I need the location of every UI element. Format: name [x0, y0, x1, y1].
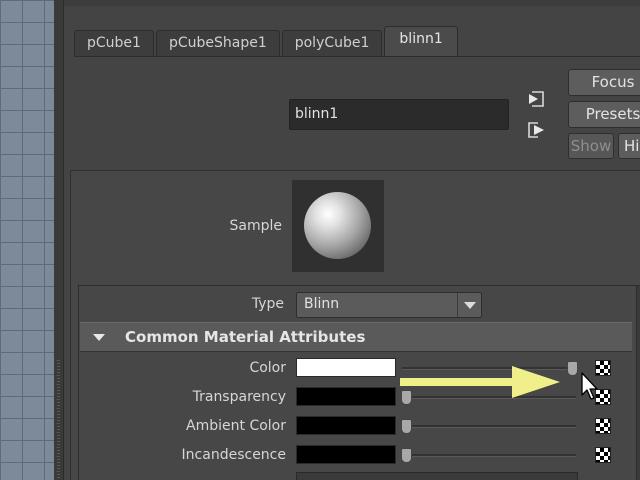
section-common-material-attributes[interactable]: Common Material Attributes: [80, 322, 632, 352]
viewport-grid[interactable]: [0, 0, 54, 480]
node-tabs: pCube1 pCubeShape1 polyCube1 blinn1: [74, 26, 460, 56]
type-label: Type: [251, 296, 284, 312]
attribute-editor: pCube1 pCubeShape1 polyCube1 blinn1 blin…: [64, 0, 640, 480]
focus-button[interactable]: Focus: [568, 69, 640, 96]
color-slider-handle[interactable]: [567, 361, 578, 376]
ambient-color-slider-track[interactable]: [402, 425, 576, 428]
mouse-cursor-icon: [581, 372, 598, 400]
expand-triangle-icon[interactable]: [93, 334, 105, 341]
tab-pcube1[interactable]: pCube1: [74, 30, 154, 56]
output-connection-icon[interactable]: [526, 120, 546, 140]
show-button[interactable]: Show: [568, 133, 614, 159]
ambient-color-swatch[interactable]: [296, 416, 396, 435]
dropdown-arrow-icon[interactable]: [457, 293, 481, 317]
node-name-input[interactable]: blinn1: [289, 99, 509, 130]
sample-label: Sample: [229, 218, 283, 234]
sample-sphere: [304, 192, 371, 259]
map-texture-icon[interactable]: [595, 447, 611, 463]
type-dropdown[interactable]: Blinn: [296, 292, 482, 318]
transparency-swatch[interactable]: [296, 387, 396, 406]
section-title: Common Material Attributes: [125, 328, 366, 346]
type-value: Blinn: [304, 296, 340, 312]
input-connection-icon[interactable]: [526, 89, 546, 109]
tab-pcubeshape1[interactable]: pCubeShape1: [155, 30, 280, 56]
ambient-color-label: Ambient Color: [186, 418, 286, 434]
incandescence-label: Incandescence: [181, 447, 286, 463]
presets-button[interactable]: Presets: [568, 101, 640, 128]
incandescence-swatch[interactable]: [296, 445, 396, 464]
hide-button[interactable]: Hi: [618, 133, 640, 159]
incandescence-slider-track[interactable]: [402, 454, 576, 457]
map-texture-icon[interactable]: [595, 418, 611, 434]
tab-blinn1[interactable]: blinn1: [384, 26, 458, 56]
transparency-label: Transparency: [192, 389, 286, 405]
incandescence-slider-handle[interactable]: [401, 448, 412, 463]
guide-arrow-icon: [400, 366, 560, 398]
material-sample-swatch[interactable]: [292, 180, 384, 272]
ambient-color-slider-handle[interactable]: [401, 419, 412, 434]
color-swatch[interactable]: [296, 358, 396, 377]
scrollbar[interactable]: [636, 286, 640, 480]
editor-top-strip: [64, 0, 640, 6]
next-attribute-field[interactable]: [296, 472, 578, 480]
panel-splitter[interactable]: [54, 0, 64, 480]
color-label: Color: [249, 360, 286, 376]
tab-polycube1[interactable]: polyCube1: [281, 30, 383, 56]
tab-divider: [74, 56, 640, 57]
